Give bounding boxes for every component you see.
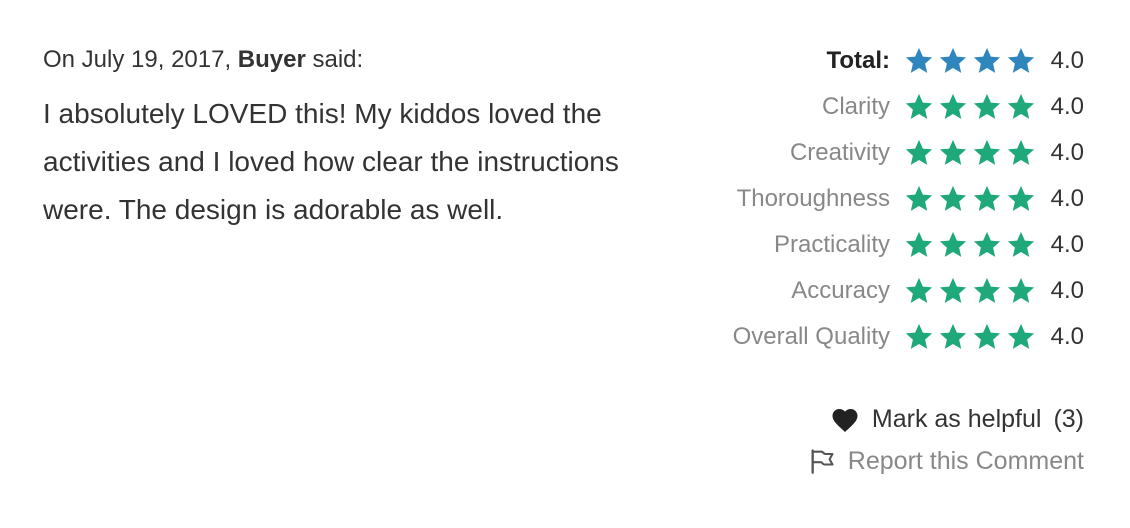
report-comment-label: Report this Comment: [847, 446, 1084, 475]
star-rating: [904, 322, 1040, 352]
rating-label: Practicality: [773, 231, 890, 258]
rating-row-thoroughness: Thoroughness 4.0: [733, 176, 1084, 222]
star-icon: [1006, 276, 1036, 306]
star-rating: [904, 46, 1040, 76]
star-icon: [904, 276, 934, 306]
rating-label: Creativity: [789, 139, 890, 166]
star-icon: [938, 92, 968, 122]
star-rating: [904, 184, 1040, 214]
star-icon: [972, 92, 1002, 122]
rating-value: 4.0: [1050, 323, 1084, 350]
review-said: said:: [312, 46, 364, 73]
star-icon: [972, 184, 1002, 214]
star-icon: [938, 230, 968, 260]
ratings-panel: Total: 4.0 Clarity 4.0 Creativity 4.0 Th…: [733, 38, 1084, 360]
star-rating: [904, 138, 1040, 168]
review-content: On July 19, 2017, Buyer said: I absolute…: [43, 44, 683, 234]
helpful-count: (3): [1053, 404, 1084, 433]
star-icon: [904, 184, 934, 214]
rating-value: 4.0: [1050, 231, 1084, 258]
review-author: Buyer: [237, 46, 306, 73]
star-icon: [1006, 184, 1036, 214]
star-icon: [972, 276, 1002, 306]
rating-label: Overall Quality: [732, 323, 890, 350]
star-icon: [972, 46, 1002, 76]
star-icon: [1006, 92, 1036, 122]
review-actions: Mark as helpful (3) Report this Comment: [808, 398, 1084, 482]
report-comment-link[interactable]: Report this Comment: [808, 440, 1084, 482]
star-rating: [904, 92, 1040, 122]
star-icon: [904, 46, 934, 76]
star-icon: [1006, 138, 1036, 168]
star-icon: [938, 46, 968, 76]
star-rating: [904, 276, 1040, 306]
star-icon: [904, 230, 934, 260]
rating-label: Accuracy: [791, 277, 890, 304]
rating-value: 4.0: [1050, 185, 1084, 212]
rating-value: 4.0: [1050, 93, 1084, 120]
rating-label: Total:: [826, 47, 890, 74]
star-icon: [972, 230, 1002, 260]
star-icon: [1006, 46, 1036, 76]
mark-helpful-label: Mark as helpful: [871, 404, 1042, 433]
heart-icon: [830, 405, 860, 433]
star-icon: [904, 92, 934, 122]
review-body: I absolutely LOVED this! My kiddos loved…: [43, 98, 619, 225]
star-icon: [904, 138, 934, 168]
star-icon: [938, 276, 968, 306]
star-icon: [938, 184, 968, 214]
star-icon: [938, 322, 968, 352]
star-icon: [972, 138, 1002, 168]
star-icon: [938, 138, 968, 168]
star-icon: [1006, 230, 1036, 260]
rating-label: Clarity: [821, 93, 890, 120]
flag-icon: [808, 447, 836, 475]
review-meta: On July 19, 2017, Buyer said:: [43, 44, 683, 76]
mark-helpful-button[interactable]: Mark as helpful (3): [808, 398, 1084, 440]
rating-row-clarity: Clarity 4.0: [733, 84, 1084, 130]
rating-value: 4.0: [1050, 277, 1084, 304]
rating-value: 4.0: [1050, 47, 1084, 74]
rating-row-accuracy: Accuracy 4.0: [733, 268, 1084, 314]
star-rating: [904, 230, 1040, 260]
rating-label: Thoroughness: [736, 185, 890, 212]
rating-row-total: Total: 4.0: [733, 38, 1084, 84]
review-date: On July 19, 2017,: [43, 46, 232, 73]
rating-row-practicality: Practicality 4.0: [733, 222, 1084, 268]
star-icon: [904, 322, 934, 352]
rating-row-creativity: Creativity 4.0: [733, 130, 1084, 176]
star-icon: [972, 322, 1002, 352]
star-icon: [1006, 322, 1036, 352]
rating-row-overall-quality: Overall Quality 4.0: [733, 314, 1084, 360]
rating-value: 4.0: [1050, 139, 1084, 166]
